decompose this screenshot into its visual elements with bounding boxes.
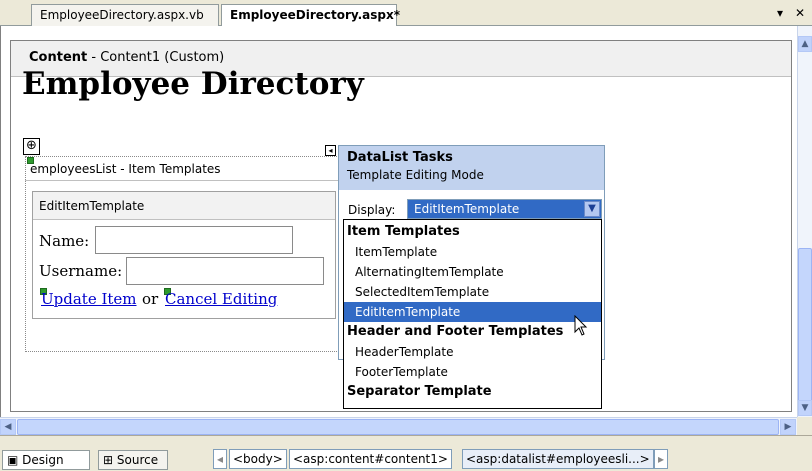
breadcrumb-datalist[interactable]: <asp:datalist#employeesli...> — [462, 449, 654, 469]
display-label: Display: — [348, 203, 396, 217]
horizontal-scrollbar[interactable]: ◀ ▶ — [0, 417, 797, 435]
dropdown-option[interactable]: FooterTemplate — [344, 362, 601, 382]
page-title: Employee Directory — [22, 66, 364, 102]
dropdown-option[interactable]: ItemTemplate — [344, 242, 601, 262]
display-select-value: EditItemTemplate — [414, 202, 520, 216]
cancel-editing-link[interactable]: Cancel Editing — [165, 290, 277, 308]
dropdown-option[interactable]: AlternatingItemTemplate — [344, 262, 601, 282]
username-textbox[interactable] — [126, 257, 324, 285]
template-name: EditItemTemplate — [33, 192, 335, 220]
view-bar: ▣ Design ⊞ Source ◂ <body> <asp:content#… — [0, 435, 812, 471]
tag-nav-right-icon[interactable]: ▸ — [654, 449, 668, 469]
source-view-tab[interactable]: ⊞ Source — [98, 450, 168, 470]
dropdown-group: Separator Template — [347, 384, 492, 399]
designer-window: EmployeeDirectory.aspx.vb EmployeeDirect… — [0, 0, 812, 471]
smart-tag-collapse-icon[interactable]: ◂ — [325, 145, 336, 156]
dropdown-option[interactable]: SelectedItemTemplate — [344, 282, 601, 302]
tasks-header: DataList Tasks Template Editing Mode — [339, 146, 604, 190]
template-dropdown-list[interactable]: Item Templates ItemTemplate AlternatingI… — [343, 219, 602, 409]
breadcrumb-content[interactable]: <asp:content#content1> — [289, 449, 452, 469]
design-view-tab[interactable]: ▣ Design — [2, 450, 90, 470]
source-view-label: Source — [116, 453, 159, 467]
or-text: or — [142, 290, 159, 308]
breadcrumb-body[interactable]: <body> — [229, 449, 287, 469]
content-label: Content — [29, 50, 88, 65]
datalist-title: employeesList - Item Templates — [30, 162, 221, 176]
mouse-cursor-icon — [574, 315, 588, 336]
content-id: - Content1 (Custom) — [87, 50, 225, 65]
scroll-right-icon[interactable]: ▶ — [780, 419, 796, 435]
scroll-down-icon[interactable]: ▼ — [798, 400, 812, 416]
vertical-scroll-thumb[interactable] — [798, 248, 812, 406]
datalist-title-divider — [25, 180, 339, 181]
chevron-down-icon[interactable]: ▼ — [584, 201, 600, 217]
tab-list-dropdown-icon[interactable]: ▾ — [777, 6, 783, 20]
name-label: Name: — [39, 232, 90, 250]
tab-employeedirectory-aspx[interactable]: EmployeeDirectory.aspx* — [221, 4, 400, 27]
dropdown-group: Item Templates — [347, 224, 460, 239]
name-textbox[interactable] — [95, 226, 293, 254]
update-item-link[interactable]: Update Item — [41, 290, 137, 308]
move-handle-icon[interactable]: ⊕ — [23, 138, 40, 155]
scrollbar-corner — [797, 417, 812, 435]
design-view-icon: ▣ — [7, 453, 19, 467]
scroll-up-icon[interactable]: ▲ — [798, 36, 812, 52]
source-view-icon: ⊞ — [103, 453, 114, 467]
tag-nav-left-icon[interactable]: ◂ — [213, 449, 227, 469]
username-label: Username: — [39, 262, 123, 280]
dropdown-group: Header and Footer Templates — [347, 324, 564, 339]
tasks-subtitle: Template Editing Mode — [347, 168, 484, 182]
document-tab-strip: EmployeeDirectory.aspx.vb EmployeeDirect… — [0, 0, 812, 27]
dropdown-option[interactable]: HeaderTemplate — [344, 342, 601, 362]
scroll-left-icon[interactable]: ◀ — [0, 419, 16, 435]
vertical-scrollbar[interactable]: ▲ ▼ — [797, 26, 812, 417]
tasks-title: DataList Tasks — [347, 150, 453, 165]
close-document-icon[interactable]: ✕ — [795, 6, 805, 20]
design-view-label: Design — [22, 453, 64, 467]
horizontal-scroll-thumb[interactable] — [17, 419, 779, 435]
tab-employeedirectory-vb[interactable]: EmployeeDirectory.aspx.vb — [31, 4, 219, 26]
display-select[interactable]: EditItemTemplate ▼ — [407, 199, 602, 219]
dropdown-option-selected[interactable]: EditItemTemplate — [344, 302, 601, 322]
